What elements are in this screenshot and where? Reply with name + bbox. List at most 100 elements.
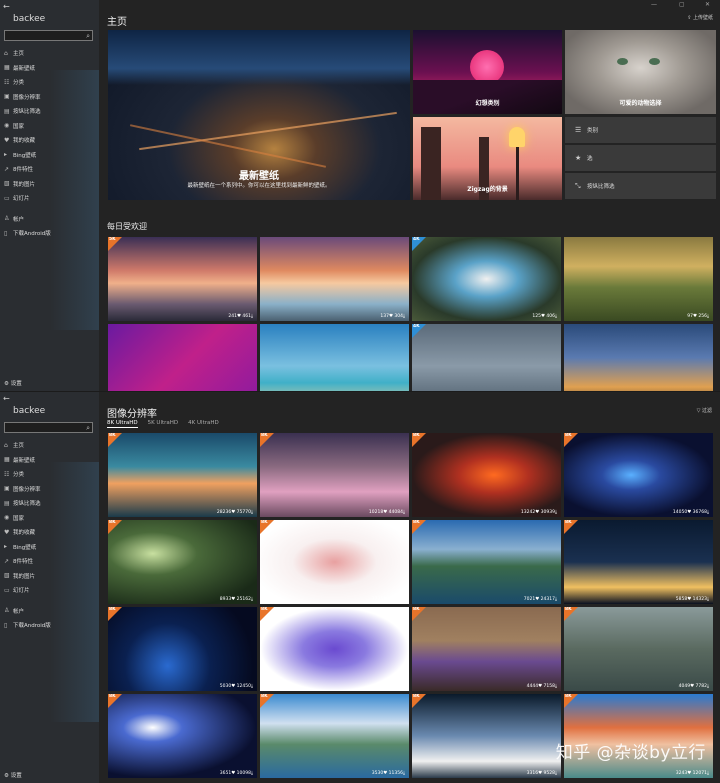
wallpaper-thumb[interactable]: 8K 4512♥ 9850⤓ bbox=[260, 607, 409, 691]
badge-label: 8K bbox=[261, 433, 268, 438]
wallpaper-thumb[interactable]: 8K 8933♥ 25162⤓ bbox=[108, 520, 257, 604]
tab-8k[interactable]: 8K UltraHD bbox=[107, 420, 138, 428]
wallpaper-thumb[interactable]: 137♥ 304⤓ bbox=[260, 237, 409, 321]
wallpaper-thumb[interactable]: 8K 5030♥ 12450⤓ bbox=[108, 607, 257, 691]
sidebar-item-slideshow[interactable]: ▭ 幻灯片 bbox=[0, 583, 99, 598]
wallpaper-thumb[interactable] bbox=[260, 324, 409, 391]
watermark: 知乎 @杂谈by立行 bbox=[555, 743, 706, 763]
wallpaper-thumb[interactable]: 8K 28236♥ 75770⤓ bbox=[108, 433, 257, 517]
sidebar-item-label: 国家 bbox=[13, 515, 25, 522]
wallpaper-stats: 3530♥ 11356⤓ bbox=[371, 771, 405, 776]
wallpaper-thumb[interactable]: 4K 125♥ 406⤓ bbox=[412, 237, 561, 321]
sidebar-item-slideshow[interactable]: ▭ 幻灯片 bbox=[0, 191, 99, 206]
search-icon[interactable]: ⌕ bbox=[86, 31, 90, 41]
sidebar-item-ratio[interactable]: ▤ 按纵比筛选 bbox=[0, 496, 99, 511]
search-icon[interactable]: ⌕ bbox=[86, 423, 90, 433]
sidebar-item-photos[interactable]: ▧ 我的图片 bbox=[0, 177, 99, 192]
sidebar-item-favorites[interactable]: ♥ 我的收藏 bbox=[0, 525, 99, 540]
wallpaper-thumb[interactable]: 5K 241♥ 461⤓ bbox=[108, 237, 257, 321]
menu-item-ratio[interactable]: ⤡ 按纵比筛选 bbox=[565, 173, 716, 199]
wallpaper-thumb[interactable]: 8K 14050♥ 36768⤓ bbox=[564, 433, 713, 517]
tile-fantasy[interactable]: 幻想类别 bbox=[413, 30, 562, 114]
wallpaper-thumb[interactable]: 8K 3243♥ 12071⤓ bbox=[564, 694, 713, 778]
sidebar-item-trend[interactable]: ↗ 8件特性 bbox=[0, 554, 99, 569]
wallpaper-thumb[interactable]: 4K bbox=[412, 324, 561, 391]
sidebar-item-android[interactable]: ▯ 下载Android版 bbox=[0, 226, 99, 241]
sidebar-item-category[interactable]: ☷ 分类 bbox=[0, 75, 99, 90]
wallpaper-thumb[interactable]: 8K 7735♥ 16870⤓ bbox=[260, 520, 409, 604]
ratio-icon: ⤡ bbox=[575, 181, 581, 190]
badge-label: 8K bbox=[565, 607, 572, 612]
back-arrow-icon[interactable]: ← bbox=[3, 394, 10, 403]
wallpaper-thumb[interactable]: 8K 10218♥ 44084⤓ bbox=[260, 433, 409, 517]
resolution-badge: 8K bbox=[412, 607, 426, 621]
new-icon: ▦ bbox=[4, 64, 10, 72]
sidebar-item-photos[interactable]: ▧ 我的图片 bbox=[0, 569, 99, 584]
wallpaper-stats: 3243♥ 12071⤓ bbox=[675, 771, 709, 776]
photos-icon: ▧ bbox=[4, 180, 10, 188]
search-input[interactable]: ⌕ bbox=[4, 30, 93, 41]
menu-item-list[interactable]: ☰ 类别 bbox=[565, 117, 716, 143]
badge-label: 8K bbox=[565, 520, 572, 525]
gear-icon: ⚙ bbox=[4, 773, 9, 779]
wallpaper-thumb[interactable]: 8K 3316♥ 9528⤓ bbox=[412, 694, 561, 778]
sidebar-item-bing[interactable]: ▸ Bing壁纸 bbox=[0, 148, 99, 163]
sidebar-item-account[interactable]: ♙ 帐户 bbox=[0, 604, 99, 619]
close-button[interactable]: ✕ bbox=[705, 1, 710, 8]
tab-5k[interactable]: 5K UltraHD bbox=[148, 420, 179, 426]
wallpaper-stats: 137♥ 304⤓ bbox=[380, 314, 405, 319]
wallpaper-thumb[interactable]: 8K 3651♥ 10098⤓ bbox=[108, 694, 257, 778]
tab-4k[interactable]: 4K UltraHD bbox=[188, 420, 219, 426]
tile-zigzag[interactable]: Zigzag的背景 bbox=[413, 117, 562, 200]
search-input[interactable]: ⌕ bbox=[4, 422, 93, 433]
sidebar-item-new[interactable]: ▦ 最新壁纸 bbox=[0, 61, 99, 76]
sidebar-item-new[interactable]: ▦ 最新壁纸 bbox=[0, 453, 99, 468]
wallpaper-thumb[interactable]: 8K 13242♥ 30939⤓ bbox=[412, 433, 561, 517]
sidebar-item-home[interactable]: ⌂ 主页 bbox=[0, 46, 99, 61]
badge-label: 8K bbox=[413, 607, 420, 612]
wallpaper-thumb[interactable]: 8K 4049♥ 7782⤓ bbox=[564, 607, 713, 691]
upload-wallpaper-button[interactable]: ⇪ 上传壁纸 bbox=[687, 14, 713, 21]
wallpaper-thumb[interactable]: 8K 5858♥ 14323⤓ bbox=[564, 520, 713, 604]
sidebar-item-android[interactable]: ▯ 下载Android版 bbox=[0, 618, 99, 633]
sidebar-item-resolution[interactable]: ▣ 图像分辨率 bbox=[0, 90, 99, 105]
ratio-icon: ▤ bbox=[4, 499, 10, 507]
wallpaper-thumb[interactable]: 8K 7021♥ 24317⤓ bbox=[412, 520, 561, 604]
sidebar-item-label: 帐户 bbox=[13, 608, 25, 615]
sidebar-item-label: 下载Android版 bbox=[13, 231, 51, 238]
menu-item-star[interactable]: ★ 选 bbox=[565, 145, 716, 171]
sidebar-item-category[interactable]: ☷ 分类 bbox=[0, 467, 99, 482]
wallpaper-thumb[interactable]: 8K 3530♥ 11356⤓ bbox=[260, 694, 409, 778]
sidebar-item-label: 幻灯片 bbox=[13, 588, 30, 595]
maximize-button[interactable]: ▢ bbox=[679, 1, 685, 8]
sidebar-item-globe[interactable]: ◉ 国家 bbox=[0, 511, 99, 526]
minimize-button[interactable]: — bbox=[651, 1, 657, 8]
wallpaper-thumb[interactable] bbox=[564, 324, 713, 391]
home-icon: ⌂ bbox=[4, 49, 8, 57]
resolution-badge: 8K bbox=[260, 607, 274, 621]
sidebar-item-label: 我的图片 bbox=[13, 573, 36, 580]
wallpaper-thumb[interactable]: 8K 4444♥ 7158⤓ bbox=[412, 607, 561, 691]
tile-cute-animals[interactable]: 可爱的动物选择 bbox=[565, 30, 716, 114]
hero-latest-wallpapers[interactable]: 最新壁纸 最新壁纸在一个系列中。你可以在这里找到最新鲜的壁纸。 bbox=[108, 30, 410, 200]
wallpaper-stats: 4444♥ 7158⤓ bbox=[526, 684, 557, 689]
resolution-badge: 8K bbox=[260, 433, 274, 447]
sidebar-item-trend[interactable]: ↗ 8件特性 bbox=[0, 162, 99, 177]
sidebar-item-home[interactable]: ⌂ 主页 bbox=[0, 438, 99, 453]
sidebar-item-label: 我的收藏 bbox=[13, 138, 36, 145]
wallpaper-stats: 7735♥ 16870⤓ bbox=[371, 597, 405, 602]
sidebar-item-account[interactable]: ♙ 帐户 bbox=[0, 212, 99, 227]
wallpaper-thumb[interactable]: 97♥ 256⤓ bbox=[564, 237, 713, 321]
sidebar-item-ratio[interactable]: ▤ 按纵比筛选 bbox=[0, 104, 99, 119]
settings-button[interactable]: ⚙ 设置 bbox=[4, 379, 22, 387]
wallpaper-thumb[interactable] bbox=[108, 324, 257, 391]
sidebar-item-label: 国家 bbox=[13, 123, 25, 130]
back-arrow-icon[interactable]: ← bbox=[3, 2, 10, 11]
settings-button[interactable]: ⚙ 设置 bbox=[4, 771, 22, 779]
sidebar-item-resolution[interactable]: ▣ 图像分辨率 bbox=[0, 482, 99, 497]
sidebar-item-globe[interactable]: ◉ 国家 bbox=[0, 119, 99, 134]
filter-button[interactable]: ▽ 过滤 bbox=[697, 407, 712, 414]
sidebar-item-bing[interactable]: ▸ Bing壁纸 bbox=[0, 540, 99, 555]
sidebar-item-label: 8件特性 bbox=[13, 167, 33, 174]
sidebar-item-favorites[interactable]: ♥ 我的收藏 bbox=[0, 133, 99, 148]
